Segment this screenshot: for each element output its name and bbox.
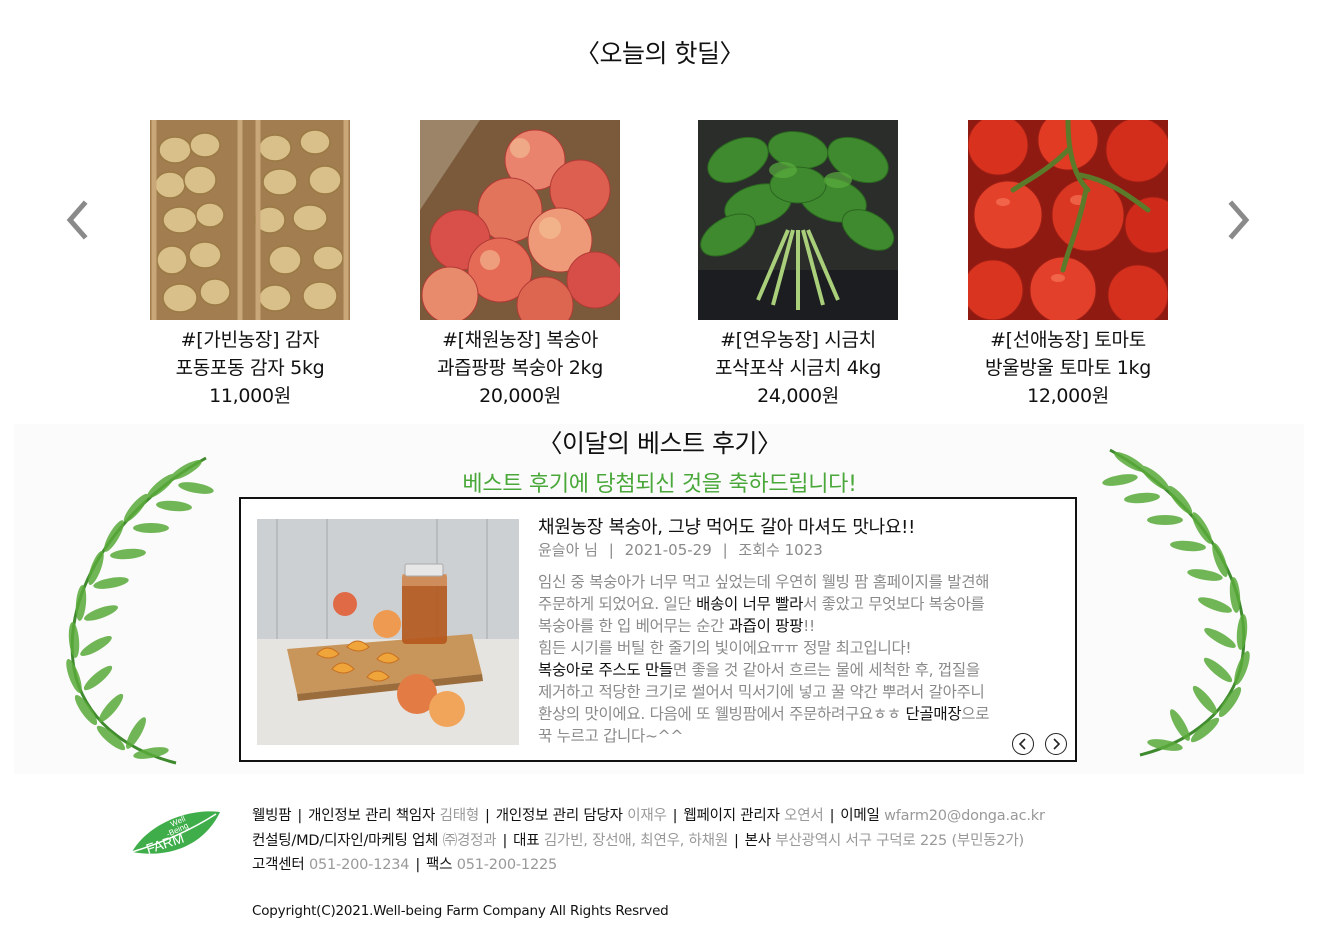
footer-label: 대표 (513, 832, 540, 849)
product-name: #[선애농장] 토마토 (990, 329, 1146, 351)
footer-separator: | (415, 857, 420, 873)
review-line: 환상의 맛이에요. 다음에 또 웰빙팜에서 주문하려구요ㅎㅎ 단골매장으로 (538, 703, 1058, 725)
carousel-next-button[interactable] (1224, 198, 1254, 242)
footer-email-link[interactable]: wfarm20@donga.ac.kr (884, 808, 1045, 824)
peach-photo[interactable] (420, 120, 620, 320)
review-highlight: 복숭아로 주스도 만들 (538, 661, 673, 679)
review-next-button[interactable] (1045, 733, 1067, 755)
product-card[interactable]: #[연우농장] 시금치 포삭포삭 시금치 4kg 24,000원 (668, 120, 928, 410)
footer-label: 컨설팅/MD/디자인/마케팅 업체 (252, 832, 439, 849)
product-name: #[가빈농장] 감자 (180, 329, 320, 351)
product-card[interactable]: #[채원농장] 복숭아 과즙팡팡 복숭아 2kg 20,000원 (390, 120, 650, 410)
footer-separator: | (829, 808, 835, 824)
footer-label: 웰빙팜 (252, 808, 292, 824)
review-text: 주문하게 되었어요. 일단 (538, 595, 697, 613)
footer-row: 웰빙팜 | 개인정보 관리 책임자 김태형 | 개인정보 관리 담당자 이재우 | 웹페이지… (252, 804, 1045, 829)
review-text: !! (803, 617, 815, 635)
review-line: 복숭아를 한 입 베어무는 순간 과즙이 팡팡!! (538, 615, 1058, 637)
review-line: 임신 중 복숭아가 너무 먹고 싶었는데 우연히 웰빙 팜 홈페이지를 발견해 (538, 573, 990, 591)
review-line: 복숭아로 주스도 만들면 좋을 것 같아서 흐르는 물에 세척한 후, 껍질을 (538, 659, 1058, 681)
circle-chevron-left-icon (1018, 738, 1026, 750)
review-card[interactable]: 채원농장 복숭아, 그냥 먹어도 갈아 마셔도 맛나요!! 윤슬아 님 | 20… (239, 497, 1077, 762)
footer-label: 개인정보 관리 책임자 (308, 808, 436, 824)
product-description: 포삭포삭 시금치 4kg (715, 357, 881, 379)
meta-separator: | (722, 541, 728, 559)
review-text: 복숭아를 한 입 베어무는 순간 (538, 617, 729, 635)
footer-separator: | (733, 832, 739, 849)
review-line: 꾹 누르고 갑니다~^^ (538, 727, 684, 745)
carousel-prev-button[interactable] (62, 198, 92, 242)
hot-deal-title: 〈오늘의 핫딜〉 (575, 39, 744, 68)
footer-label: 팩스 (426, 857, 453, 873)
footer-separator: | (485, 808, 490, 824)
product-price: 20,000원 (479, 385, 561, 407)
product-card[interactable]: #[선애농장] 토마토 방울방울 토마토 1kg 12,000원 (938, 120, 1198, 410)
chevron-right-icon (1228, 200, 1250, 240)
product-card[interactable]: #[가빈농장] 감자 포동포동 감자 5kg 11,000원 (120, 120, 380, 410)
product-name: #[채원농장] 복숭아 (442, 329, 598, 351)
tomato-photo[interactable] (968, 120, 1168, 320)
footer-label: 개인정보 관리 담당자 (495, 808, 623, 824)
footer-row: 컨설팅/MD/디자인/마케팅 업체 ㈜경정과 | 대표 김가빈, 장선애, 최연우,… (252, 829, 1045, 854)
footer-value: 김태형 (439, 808, 480, 824)
footer-separator: | (502, 832, 508, 849)
footer-separator: | (672, 808, 678, 824)
review-highlight: 단골매장 (905, 705, 962, 723)
chevron-left-icon (66, 200, 88, 240)
footer-value: 김가빈, 장선애, 최연우, 하채원 (543, 832, 728, 849)
product-price: 12,000원 (1027, 385, 1109, 407)
review-line: 제거하고 적당한 크기로 썰어서 믹서기에 넣고 꿀 약간 뿌려서 갈아주니 (538, 683, 985, 701)
footer-value: 이재우 (627, 808, 667, 824)
footer-value: 051-200-1225 (456, 857, 558, 873)
product-description: 과즙팡팡 복숭아 2kg (437, 357, 603, 379)
product-description: 방울방울 토마토 1kg (985, 357, 1151, 379)
review-text: 으로 (961, 705, 990, 723)
circle-chevron-right-icon (1053, 738, 1061, 750)
review-author: 윤슬아 님 (538, 541, 598, 559)
copyright-text: Copyright(C)2021.Well-being Farm Company… (252, 903, 669, 919)
review-views: 조회수 1023 (738, 541, 823, 559)
review-text: 환상의 맛이에요. 다음에 또 웰빙팜에서 주문하려구요ㅎㅎ (538, 705, 906, 723)
review-highlight: 과즙이 팡팡 (728, 617, 804, 635)
spinach-photo[interactable] (698, 120, 898, 320)
review-body: 임신 중 복숭아가 너무 먹고 싶었는데 우연히 웰빙 팜 홈페이지를 발견해 … (538, 571, 1058, 747)
footer-value: 부산광역시 서구 구덕로 225 (부민동2가) (775, 832, 1024, 849)
product-description: 포동포동 감자 5kg (175, 357, 325, 379)
footer-value: 051-200-1234 (308, 857, 410, 873)
footer-row: 고객센터 051-200-1234 | 팩스 051-200-1225 (252, 853, 1045, 878)
footer-label: 본사 (744, 832, 771, 849)
footer-label: 웹페이지 관리자 (683, 808, 780, 824)
review-line: 힘든 시기를 버틸 한 줄기의 빛이에요ㅠㅠ 정말 최고입니다! (538, 639, 912, 657)
congrats-message: 베스트 후기에 당첨되신 것을 축하드립니다! (462, 472, 857, 497)
review-highlight: 배송이 너무 빨라 (696, 595, 804, 613)
review-photo[interactable] (257, 519, 519, 745)
product-price: 11,000원 (209, 385, 291, 407)
review-meta: 윤슬아 님 | 2021-05-29 | 조회수 1023 (538, 539, 829, 560)
footer-label: 고객센터 (252, 857, 305, 873)
product-price: 24,000원 (757, 385, 839, 407)
review-prev-button[interactable] (1012, 733, 1034, 755)
potato-photo[interactable] (150, 120, 350, 320)
footer-label: 이메일 (840, 808, 880, 824)
meta-separator: | (608, 541, 614, 559)
review-text: 서 좋았고 무엇보다 복숭아를 (803, 595, 985, 613)
review-line: 주문하게 되었어요. 일단 배송이 너무 빨라서 좋았고 무엇보다 복숭아를 (538, 593, 1058, 615)
footer-value: ㈜경정과 (442, 832, 497, 849)
footer-info: 웰빙팜 | 개인정보 관리 책임자 김태형 | 개인정보 관리 담당자 이재우 | 웹페이지… (252, 804, 1045, 878)
well-being-farm-logo[interactable]: Well -Being FARM (128, 804, 224, 864)
review-text: 면 좋을 것 같아서 흐르는 물에 세척한 후, 껍질을 (672, 661, 980, 679)
product-name: #[연우농장] 시금치 (720, 329, 876, 351)
review-headline: 채원농장 복숭아, 그냥 먹어도 갈아 마셔도 맛나요!! (538, 517, 915, 538)
footer-value: 오연서 (784, 808, 824, 824)
review-date: 2021-05-29 (624, 541, 712, 559)
footer-separator: | (297, 808, 303, 824)
